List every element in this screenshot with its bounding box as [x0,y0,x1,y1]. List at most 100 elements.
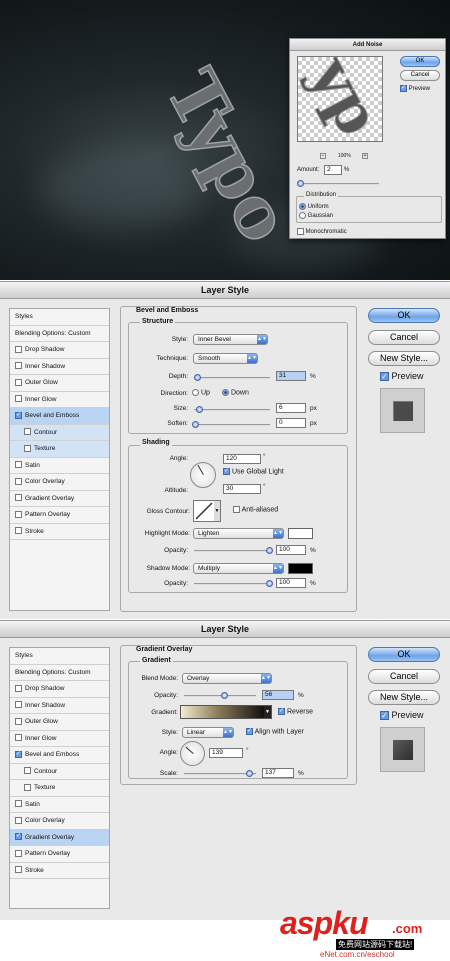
depth-field[interactable]: 31 [276,371,306,381]
style-item-contour[interactable]: Contour [10,764,109,780]
zoom-out-button[interactable]: − [320,153,326,159]
style-checkbox[interactable] [24,767,31,775]
style-item-satin[interactable]: Satin [10,458,109,474]
global-light-option[interactable]: ✓ Use Global Light [223,468,284,475]
cancel-button[interactable]: Cancel [368,330,440,345]
style-item-color-overlay[interactable]: Color Overlay [10,474,109,491]
preview-checkbox[interactable]: ✓ [380,372,389,382]
style-item-inner-shadow[interactable]: Inner Shadow [10,359,109,375]
soften-slider[interactable] [192,421,270,428]
gradient-style-dropdown[interactable]: Linear ▲▼ [182,727,234,738]
shadow-mode-dropdown[interactable]: Multiply ▲▼ [193,563,284,574]
style-checkbox[interactable] [15,395,22,403]
style-checkbox[interactable]: ✓ [15,750,22,758]
anti-aliased-checkbox[interactable] [233,506,240,513]
style-checkbox[interactable] [24,783,31,791]
highlight-mode-dropdown[interactable]: Lighten ▲▼ [193,528,284,539]
style-checkbox[interactable] [15,527,22,535]
style-item-gradient-overlay[interactable]: Gradient Overlay [10,491,109,507]
style-checkbox[interactable] [15,734,22,742]
style-checkbox[interactable] [15,717,22,725]
style-checkbox[interactable] [15,849,22,857]
amount-slider-thumb[interactable] [297,180,304,187]
style-checkbox[interactable] [15,378,22,386]
monochromatic-checkbox[interactable] [297,228,304,235]
depth-slider[interactable] [194,374,270,381]
size-slider[interactable] [194,406,270,413]
style-item-inner-glow[interactable]: Inner Glow [10,731,109,747]
style-checkbox[interactable] [15,684,22,692]
style-item-color-overlay[interactable]: Color Overlay [10,813,109,830]
technique-dropdown[interactable]: Smooth ▲▼ [193,353,258,364]
soften-field[interactable]: 0 [276,418,306,428]
style-dropdown[interactable]: Inner Bevel ▲▼ [193,334,268,345]
style-item-outer-glow[interactable]: Outer Glow [10,375,109,392]
gradient-angle-dial[interactable] [180,741,205,766]
noise-preview-checkbox[interactable]: ✓ [400,85,407,92]
gaussian-radio[interactable] [299,212,306,219]
style-item-stroke[interactable]: Stroke [10,524,109,540]
preview-option[interactable]: ✓ Preview [380,371,424,382]
style-item-contour[interactable]: Contour [10,424,109,441]
style-checkbox[interactable] [24,444,31,452]
uniform-radio[interactable] [299,203,306,210]
noise-ok-button[interactable]: OK [400,56,440,67]
style-item-blending-options-custom[interactable]: Blending Options: Custom [10,326,109,342]
ok-button[interactable]: OK [368,308,440,323]
style-item-stroke[interactable]: Stroke [10,863,109,879]
style-item-pattern-overlay[interactable]: Pattern Overlay [10,846,109,863]
soften-slider-thumb[interactable] [192,421,199,428]
shadow-opacity-thumb[interactable] [266,580,273,587]
style-checkbox[interactable] [15,362,22,370]
scale-slider-thumb[interactable] [246,770,253,777]
highlight-color-swatch[interactable] [288,528,313,539]
noise-preview[interactable]: yp [297,56,383,142]
angle-dial[interactable] [190,462,216,488]
style-item-drop-shadow[interactable]: Drop Shadow [10,342,109,359]
style-checkbox[interactable] [15,510,22,518]
size-field[interactable]: 6 [276,403,306,413]
direction-down-option[interactable]: Down [222,389,249,396]
new-style-button[interactable]: New Style... [368,351,440,366]
align-with-layer-checkbox[interactable]: ✓ [246,728,253,735]
style-checkbox[interactable] [15,701,22,709]
reverse-option[interactable]: ✓ Reverse [278,708,313,715]
style-item-satin[interactable]: Satin [10,797,109,813]
style-checkbox[interactable] [15,494,22,502]
gradient-picker[interactable]: ▼ [180,705,272,719]
gradient-angle-field[interactable]: 139 [209,748,243,758]
style-item-bevel-and-emboss[interactable]: ✓ Bevel and Emboss [10,747,109,764]
style-checkbox[interactable] [15,866,22,874]
style-checkbox[interactable] [15,816,22,824]
preview-checkbox[interactable]: ✓ [380,711,389,721]
highlight-opacity-thumb[interactable] [266,547,273,554]
scale-slider[interactable] [184,770,256,777]
scale-field[interactable]: 137 [262,768,294,778]
reverse-checkbox[interactable]: ✓ [278,708,285,715]
style-checkbox[interactable] [15,800,22,808]
shadow-opacity-slider[interactable] [194,580,273,587]
style-item-bevel-and-emboss[interactable]: ✓ Bevel and Emboss [10,408,109,425]
opacity-slider[interactable] [184,692,256,699]
style-item-drop-shadow[interactable]: Drop Shadow [10,681,109,698]
noise-preview-toggle[interactable]: ✓ Preview [400,85,430,92]
style-item-texture[interactable]: Texture [10,441,109,458]
new-style-button[interactable]: New Style... [368,690,440,705]
opacity-slider-thumb[interactable] [221,692,228,699]
style-item-inner-shadow[interactable]: Inner Shadow [10,698,109,714]
style-item-texture[interactable]: Texture [10,780,109,797]
size-slider-thumb[interactable] [196,406,203,413]
preview-option[interactable]: ✓ Preview [380,710,424,721]
style-item-blending-options-custom[interactable]: Blending Options: Custom [10,665,109,681]
style-checkbox[interactable]: ✓ [15,411,22,419]
cancel-button[interactable]: Cancel [368,669,440,684]
shadow-color-swatch[interactable] [288,563,313,574]
altitude-field[interactable]: 30 [223,484,261,494]
amount-field[interactable]: 2 [324,165,342,175]
align-with-layer-option[interactable]: ✓ Align with Layer [246,728,304,735]
direction-up-option[interactable]: Up [192,389,210,396]
up-radio[interactable] [192,389,199,396]
gloss-contour-picker[interactable]: ▼ [193,500,221,522]
style-checkbox[interactable] [15,477,22,485]
highlight-opacity-field[interactable]: 100 [276,545,306,555]
